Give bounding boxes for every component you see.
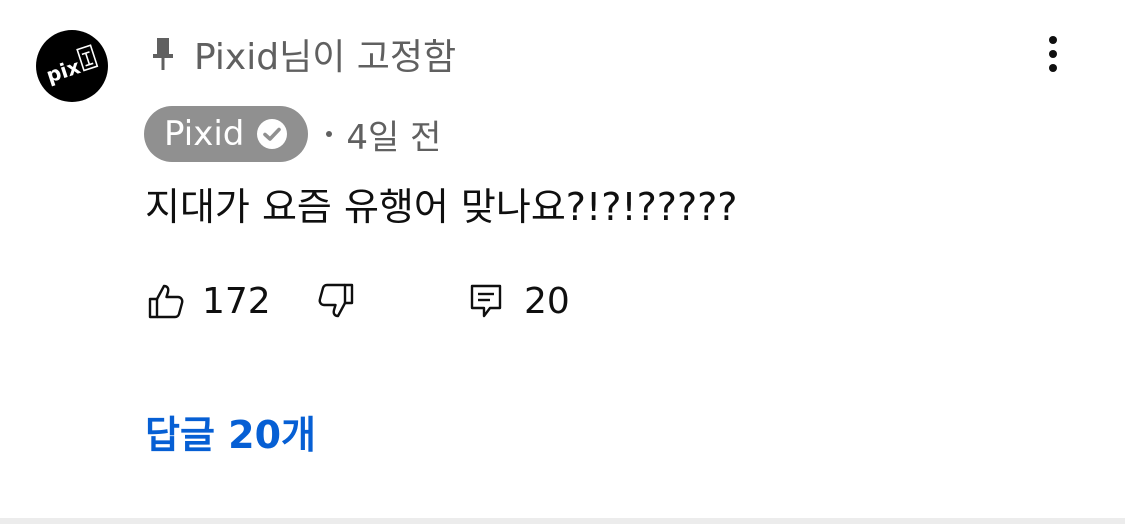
pin-icon	[153, 38, 173, 70]
view-replies-link[interactable]: 답글 20개	[145, 404, 316, 459]
divider	[0, 518, 1125, 524]
author-chip[interactable]: Pixid	[144, 106, 309, 162]
author-name: Pixid	[164, 114, 245, 154]
dislike-button[interactable]	[316, 278, 356, 324]
pixid-logo: pix	[43, 44, 99, 88]
reply-count: 20	[524, 280, 570, 322]
more-options-button[interactable]	[1030, 30, 1076, 78]
reply-button[interactable]: 20	[466, 278, 570, 324]
avatar[interactable]: pix	[36, 30, 108, 102]
comment-body: 지대가 요즘 유행어 맞나요?!?!?????	[145, 185, 738, 229]
timestamp: 4일 전	[346, 117, 442, 158]
pinned-label: Pixid님이 고정함	[148, 30, 456, 78]
pinned-text: Pixid님이 고정함	[194, 37, 457, 78]
verified-check-icon	[257, 119, 288, 149]
svg-text:pix: pix	[43, 54, 83, 87]
like-button[interactable]: 172	[146, 278, 271, 324]
comment-reply-icon	[470, 284, 502, 318]
thumbs-up-icon	[148, 284, 184, 319]
thumbs-down-icon	[318, 283, 354, 318]
comment-actions: 172 20	[0, 278, 1125, 324]
separator-dot	[326, 131, 333, 137]
more-vertical-icon	[1049, 36, 1057, 72]
like-count: 172	[202, 280, 271, 322]
comment-meta: Pixid 4일 전	[144, 106, 441, 162]
